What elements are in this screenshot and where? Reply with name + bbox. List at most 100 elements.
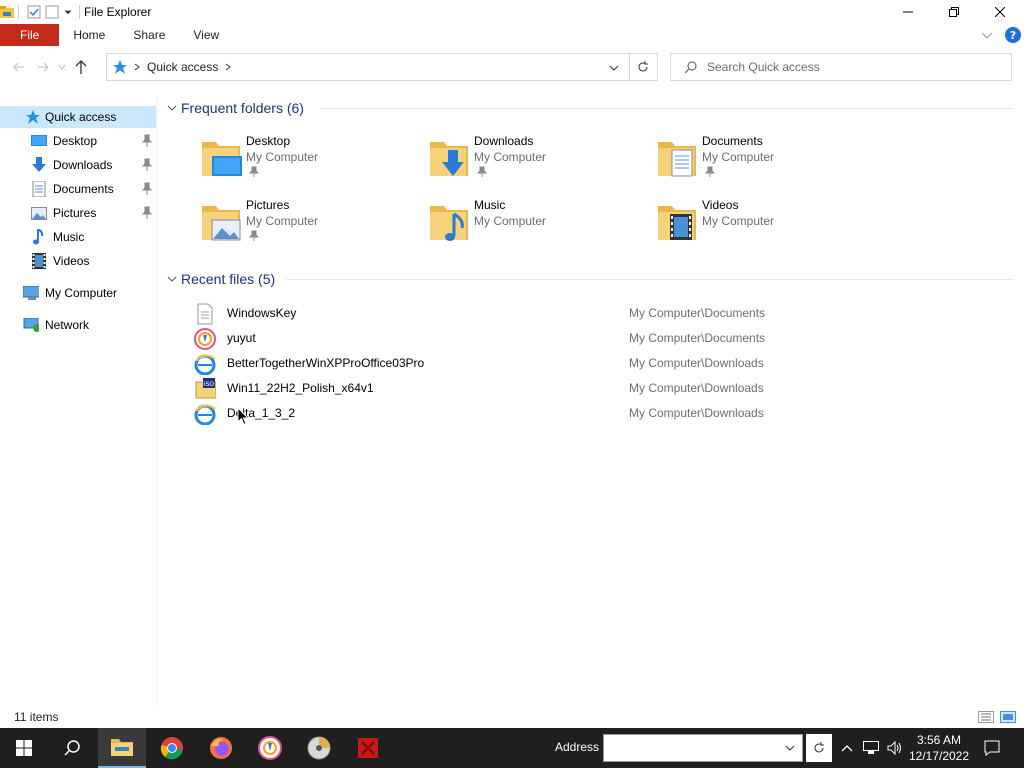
forward-arrow-icon bbox=[38, 62, 49, 72]
breadcrumb-chevron-icon[interactable] bbox=[224, 63, 232, 71]
frequent-folders-header[interactable]: Frequent folders (6) bbox=[166, 98, 304, 118]
tab-home[interactable]: Home bbox=[59, 24, 119, 46]
forward-button[interactable] bbox=[31, 55, 55, 79]
chevron-up-icon bbox=[841, 745, 853, 752]
address-dropdown-icon[interactable] bbox=[609, 63, 619, 73]
volume-tray-button[interactable] bbox=[884, 728, 906, 768]
svg-text:ISO: ISO bbox=[204, 381, 215, 388]
action-center-button[interactable] bbox=[978, 728, 1006, 768]
file-name: WindowsKey bbox=[227, 306, 297, 320]
sidebar-item-videos[interactable]: Videos bbox=[0, 250, 156, 272]
pin-icon[interactable] bbox=[141, 134, 153, 148]
folder-tile-downloads[interactable]: Downloads My Computer bbox=[428, 132, 654, 188]
folder-tile-music[interactable]: Music My Computer bbox=[428, 196, 654, 252]
recent-files-header[interactable]: Recent files (5) bbox=[166, 269, 275, 289]
folder-tile-desktop[interactable]: Desktop My Computer bbox=[200, 132, 426, 188]
sidebar-item-documents[interactable]: Documents bbox=[0, 178, 156, 200]
file-name: BetterTogetherWinXPProOffice03Pro bbox=[227, 356, 425, 370]
downloads-icon bbox=[31, 157, 47, 173]
large-icons-view-icon[interactable] bbox=[1000, 711, 1016, 723]
new-folder-icon[interactable] bbox=[45, 5, 59, 19]
taskbar-clock[interactable]: 3:56 AM 12/17/2022 bbox=[908, 732, 970, 764]
ie-file-icon bbox=[194, 404, 216, 425]
address-toolbar-input[interactable] bbox=[603, 734, 803, 762]
documents-folder-icon bbox=[658, 142, 696, 177]
breadcrumb-chevron-icon[interactable] bbox=[133, 63, 141, 71]
desktop-folder-icon bbox=[202, 142, 242, 176]
recent-locations-button[interactable] bbox=[55, 55, 69, 79]
tab-share[interactable]: Share bbox=[119, 24, 179, 46]
help-icon[interactable]: ? bbox=[1005, 27, 1021, 43]
sidebar-item-network[interactable]: Network bbox=[0, 314, 156, 336]
folder-tile-pictures[interactable]: Pictures My Computer bbox=[200, 196, 426, 252]
address-toolbar-refresh-button[interactable] bbox=[806, 734, 832, 762]
group-header-label: Recent files (5) bbox=[181, 271, 276, 287]
recent-file-row[interactable]: WindowsKey My Computer\Documents bbox=[192, 301, 1012, 325]
tab-view[interactable]: View bbox=[179, 24, 233, 46]
pane-divider[interactable] bbox=[156, 96, 157, 706]
start-button[interactable] bbox=[0, 728, 48, 768]
back-button[interactable] bbox=[7, 55, 31, 79]
refresh-button[interactable] bbox=[629, 53, 658, 81]
sidebar-item-desktop[interactable]: Desktop bbox=[0, 130, 156, 152]
file-explorer-taskbar-button[interactable] bbox=[98, 728, 146, 768]
sidebar-item-music[interactable]: Music bbox=[0, 226, 156, 248]
iso-file-icon: ISO bbox=[195, 378, 216, 399]
search-input[interactable]: Search Quick access bbox=[707, 60, 820, 74]
recent-file-row[interactable]: yuyut My Computer\Documents bbox=[192, 326, 1012, 350]
recent-file-row[interactable]: ISO Win11_22H2_Polish_x64v1 My Computer\… bbox=[192, 376, 1012, 400]
expand-ribbon-icon[interactable] bbox=[981, 29, 993, 41]
address-bar[interactable]: Quick access bbox=[106, 53, 630, 81]
folder-tile-videos[interactable]: Videos My Computer bbox=[656, 196, 882, 252]
notification-icon bbox=[984, 740, 1000, 756]
up-button[interactable] bbox=[69, 55, 93, 79]
customize-toolbar-chevron-icon[interactable] bbox=[63, 5, 73, 19]
show-hidden-icons-button[interactable] bbox=[838, 728, 856, 768]
folder-name: Videos bbox=[702, 198, 739, 212]
ribbon-tabs: File Home Share View ? bbox=[0, 24, 1024, 46]
pin-icon[interactable] bbox=[141, 206, 153, 220]
sidebar-item-my-computer[interactable]: My Computer bbox=[0, 282, 156, 304]
properties-icon[interactable] bbox=[27, 5, 41, 19]
minimize-icon bbox=[903, 11, 913, 13]
explorer-app-icon[interactable] bbox=[0, 5, 14, 19]
recent-file-row[interactable]: Delta_1_3_2 My Computer\Downloads bbox=[192, 401, 1012, 425]
address-toolbar-dropdown[interactable] bbox=[777, 734, 803, 762]
pin-icon[interactable] bbox=[141, 158, 153, 172]
media-app-taskbar-button[interactable] bbox=[295, 728, 343, 768]
restore-button[interactable] bbox=[931, 0, 977, 24]
folder-location: My Computer bbox=[246, 214, 319, 228]
details-view-icon[interactable] bbox=[978, 711, 994, 723]
close-button[interactable] bbox=[977, 0, 1023, 24]
sidebar-item-quick-access[interactable]: Quick access bbox=[0, 106, 156, 128]
tab-file[interactable]: File bbox=[0, 24, 60, 46]
folder-location: My Computer bbox=[474, 150, 547, 164]
folder-tile-documents[interactable]: Documents My Computer bbox=[656, 132, 882, 188]
pin-icon[interactable] bbox=[141, 182, 153, 196]
sidebar-item-label: My Computer bbox=[45, 286, 118, 300]
app-taskbar-button[interactable] bbox=[246, 728, 294, 768]
sidebar-item-downloads[interactable]: Downloads bbox=[0, 154, 156, 176]
minimize-button[interactable] bbox=[885, 0, 931, 24]
chrome-taskbar-button[interactable] bbox=[148, 728, 196, 768]
search-icon bbox=[64, 740, 80, 756]
sidebar-item-label: Videos bbox=[53, 254, 90, 268]
firefox-icon bbox=[210, 737, 232, 759]
speaker-icon bbox=[887, 741, 901, 755]
search-box[interactable]: Search Quick access bbox=[670, 53, 1012, 81]
disc-icon bbox=[307, 736, 331, 760]
window-title: File Explorer bbox=[84, 5, 152, 19]
red-app-taskbar-button[interactable] bbox=[344, 728, 392, 768]
status-bar: 11 items bbox=[0, 706, 1024, 728]
collapse-chevron-icon bbox=[167, 105, 177, 111]
breadcrumb-quick-access[interactable]: Quick access bbox=[147, 60, 218, 74]
network-tray-button[interactable] bbox=[860, 728, 882, 768]
documents-icon bbox=[31, 181, 47, 197]
downloads-folder-icon bbox=[430, 142, 468, 176]
quick-access-star-icon bbox=[25, 109, 41, 125]
folder-name: Documents bbox=[702, 134, 763, 148]
sidebar-item-pictures[interactable]: Pictures bbox=[0, 202, 156, 224]
firefox-taskbar-button[interactable] bbox=[197, 728, 245, 768]
recent-file-row[interactable]: BetterTogetherWinXPProOffice03Pro My Com… bbox=[192, 351, 1012, 375]
search-taskbar-button[interactable] bbox=[48, 728, 96, 768]
